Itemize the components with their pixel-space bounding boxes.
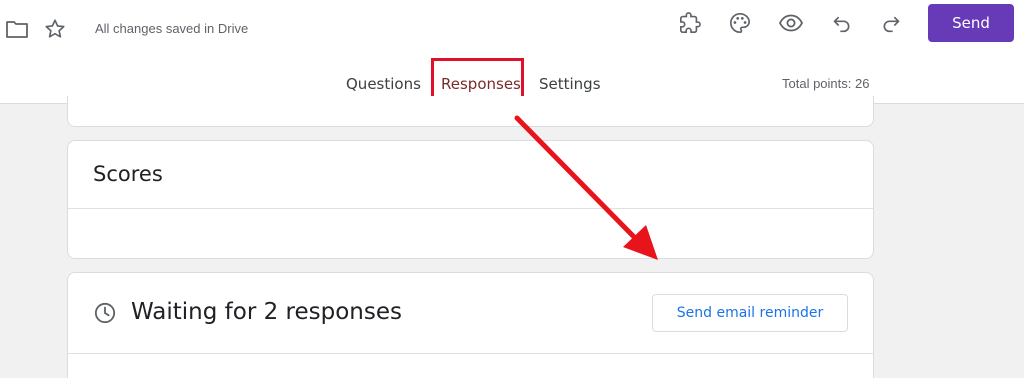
- previous-card: [67, 96, 874, 127]
- send-email-reminder-button[interactable]: Send email reminder: [652, 294, 848, 332]
- tab-settings[interactable]: Settings: [539, 75, 601, 93]
- top-bar: All changes saved in Drive Send Question…: [0, 0, 1024, 104]
- folder-icon[interactable]: [0, 12, 34, 46]
- total-points: Total points: 26: [782, 76, 870, 91]
- scores-title: Scores: [93, 162, 163, 186]
- redo-icon[interactable]: [874, 6, 908, 40]
- responses-highlight-box: [431, 58, 524, 101]
- palette-icon[interactable]: [723, 6, 757, 40]
- waiting-title: Waiting for 2 responses: [131, 299, 402, 325]
- waiting-card: Waiting for 2 responses Send email remin…: [67, 272, 874, 378]
- clock-icon: [94, 302, 116, 329]
- add-ons-icon[interactable]: [673, 6, 707, 40]
- send-button[interactable]: Send: [928, 4, 1014, 42]
- tab-questions[interactable]: Questions: [346, 75, 421, 93]
- preview-eye-icon[interactable]: [774, 6, 808, 40]
- save-status: All changes saved in Drive: [95, 21, 249, 36]
- star-icon[interactable]: [38, 12, 72, 46]
- undo-icon[interactable]: [825, 6, 859, 40]
- divider: [68, 353, 873, 354]
- divider: [68, 208, 873, 209]
- scores-card: Scores: [67, 140, 874, 259]
